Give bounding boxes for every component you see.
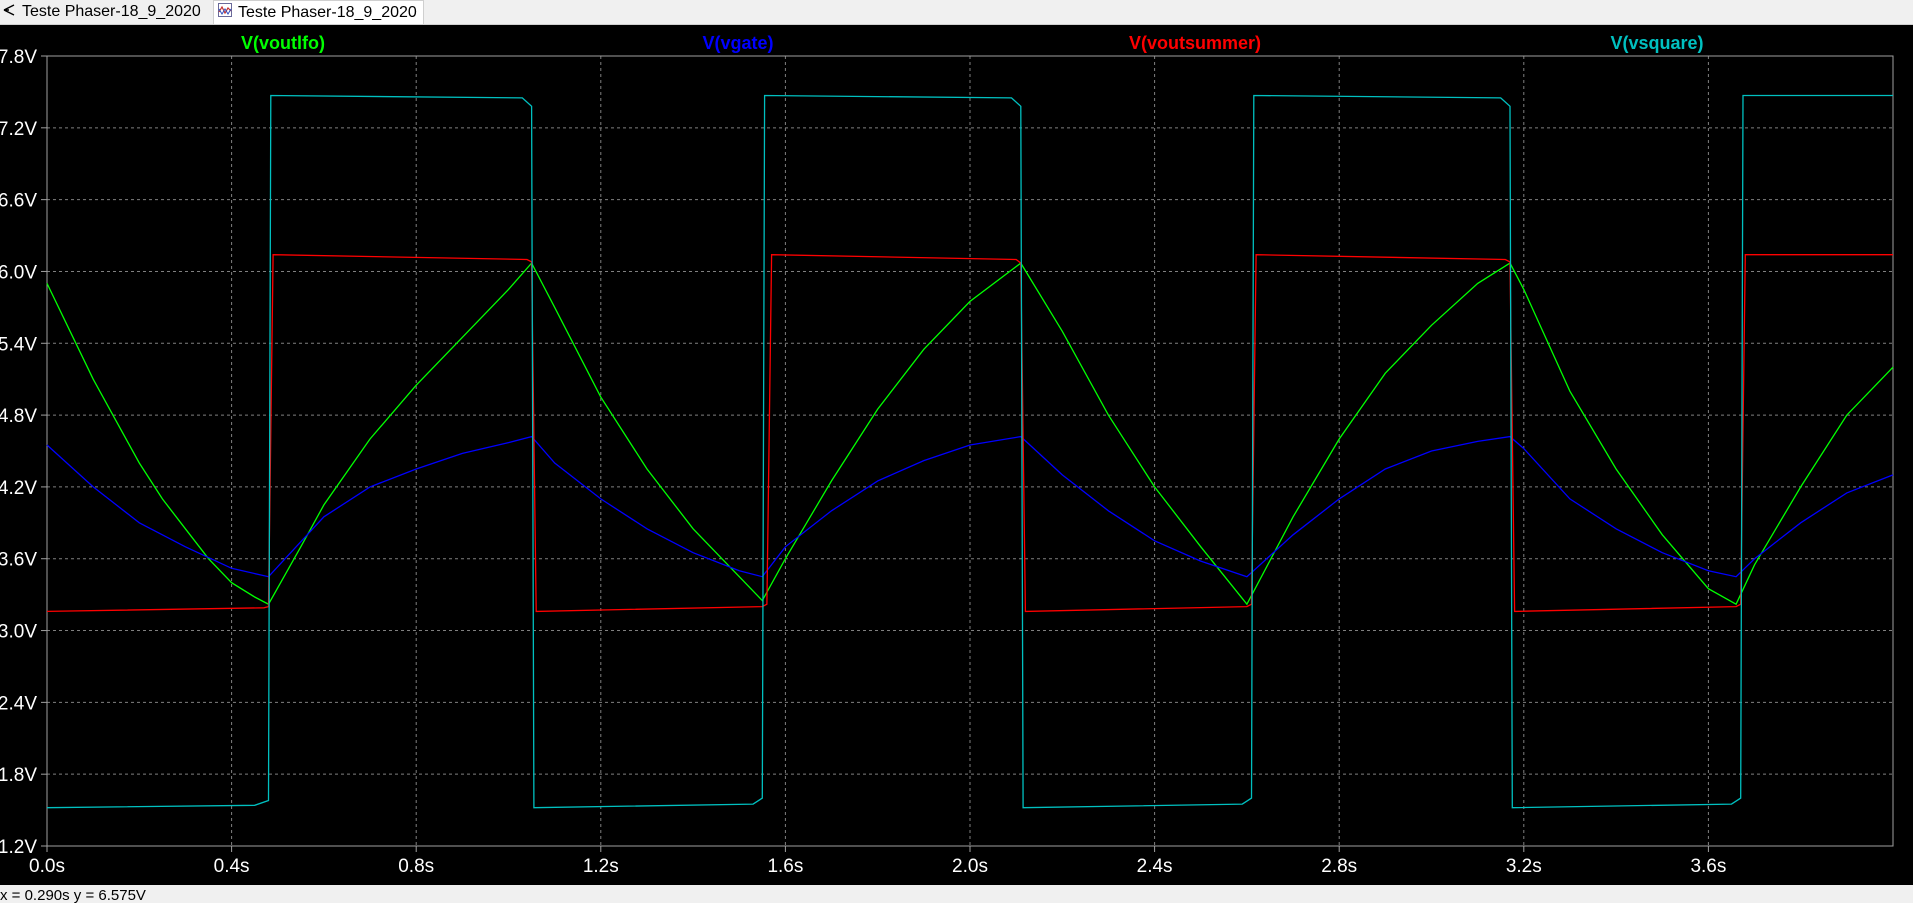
cursor-readout: x = 0.290s y = 6.575V (0, 887, 146, 903)
y-tick-label: 7.2V (0, 119, 37, 140)
legend-entry[interactable]: V(vgate) (702, 33, 773, 53)
y-tick-label: 2.4V (0, 693, 37, 714)
plot-background (0, 25, 1913, 885)
schematic-icon (2, 3, 16, 22)
x-tick-label: 2.8s (1321, 856, 1357, 877)
x-tick-label: 3.2s (1506, 856, 1542, 877)
legend-entry[interactable]: V(vsquare) (1610, 33, 1703, 53)
y-tick-label: 6.0V (0, 262, 37, 283)
x-tick-label: 0.4s (214, 856, 250, 877)
y-tick-label: 5.4V (0, 334, 37, 355)
x-tick-label: 3.6s (1690, 856, 1726, 877)
y-tick-label: 6.6V (0, 191, 37, 212)
status-bar: x = 0.290s y = 6.575V (0, 885, 1913, 903)
y-tick-label: 4.8V (0, 406, 37, 427)
y-tick-label: 3.0V (0, 622, 37, 643)
tab-waveform[interactable]: Teste Phaser-18_9_2020 (213, 0, 424, 24)
x-tick-label: 1.2s (583, 856, 619, 877)
x-tick-label: 0.0s (29, 856, 65, 877)
x-tick-label: 2.4s (1137, 856, 1173, 877)
legend-entry[interactable]: V(voutlfo) (241, 33, 325, 53)
y-tick-label: 3.6V (0, 550, 37, 571)
waveform-chart[interactable]: 0.0s 0.4s 0.8s 1.2s 1.6s 2.0s 2.4s 2.8s 3.2s 3.6s… (0, 25, 1913, 885)
waveform-viewer[interactable]: 0.0s 0.4s 0.8s 1.2s 1.6s 2.0s 2.4s 2.8s 3.2s 3.6s… (0, 25, 1913, 885)
tab-label: Teste Phaser-18_9_2020 (22, 3, 201, 20)
tab-bar: Teste Phaser-18_9_2020 Teste Phaser-18_9… (0, 0, 1913, 25)
y-tick-label: 1.2V (0, 837, 37, 858)
y-tick-label: 7.8V (0, 47, 37, 68)
x-tick-label: 0.8s (398, 856, 434, 877)
x-tick-label: 2.0s (952, 856, 988, 877)
x-tick-label: 1.6s (767, 856, 803, 877)
waveform-icon (218, 3, 232, 22)
y-tick-label: 1.8V (0, 765, 37, 786)
y-tick-label: 4.2V (0, 478, 37, 499)
legend-entry[interactable]: V(voutsummer) (1129, 33, 1261, 53)
tab-schematic[interactable]: Teste Phaser-18_9_2020 (2, 0, 201, 24)
tab-label: Teste Phaser-18_9_2020 (238, 3, 417, 21)
